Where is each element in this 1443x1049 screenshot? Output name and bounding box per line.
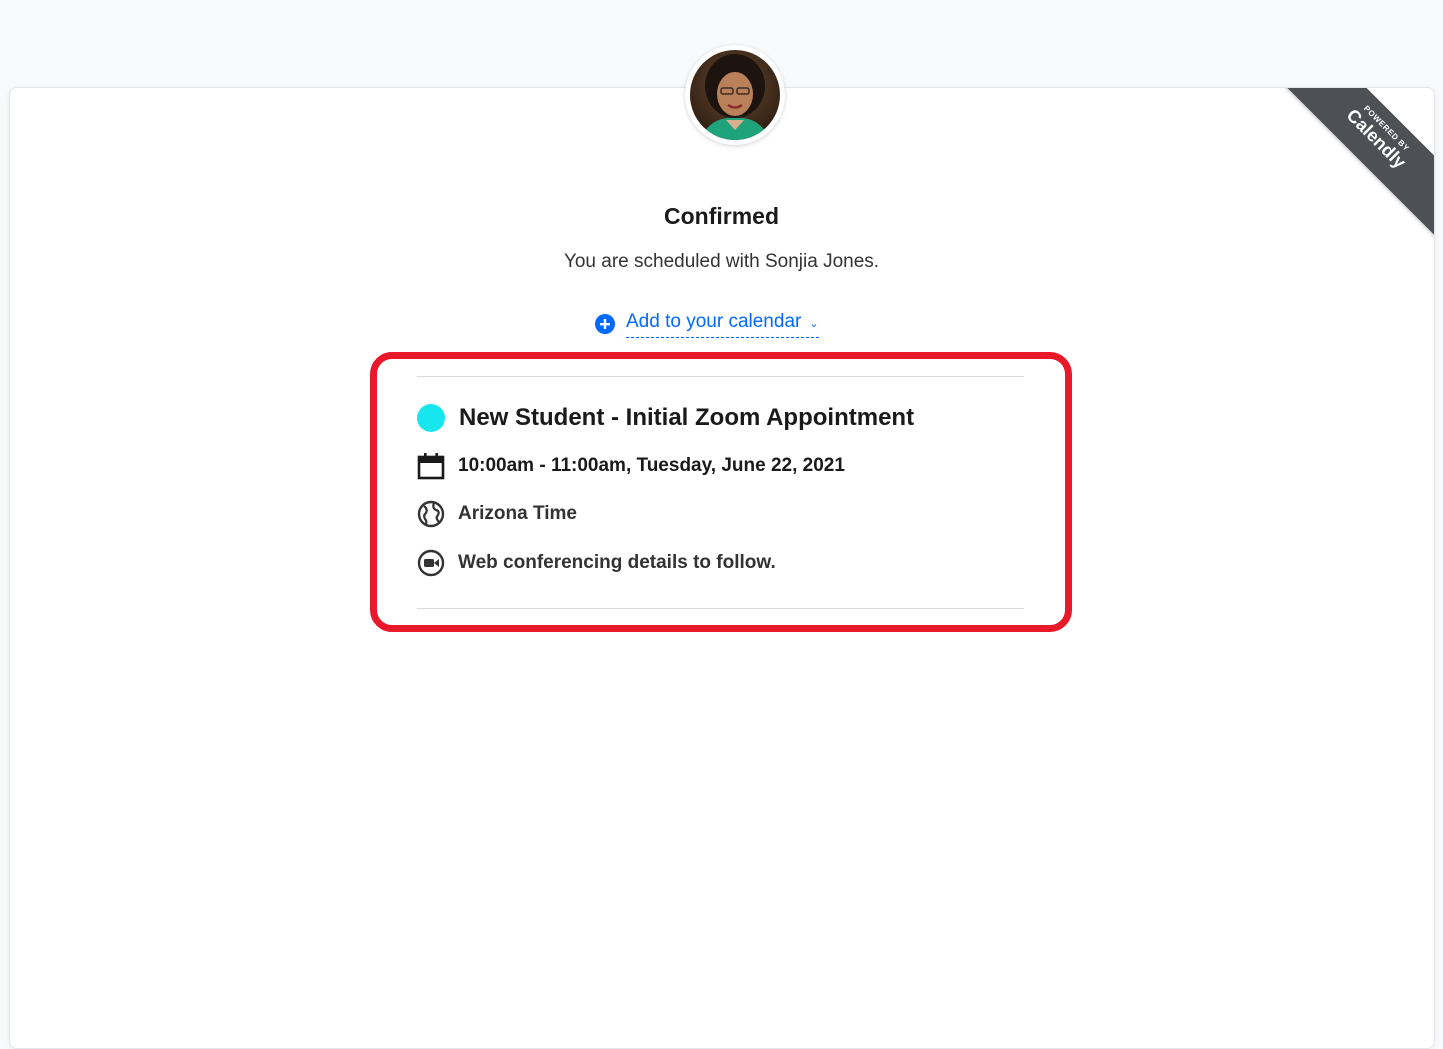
highlight-box <box>370 352 1072 632</box>
event-time: 10:00am - 11:00am, Tuesday, June 22, 202… <box>458 455 845 476</box>
event-color-dot <box>417 404 445 432</box>
event-timezone-row: Arizona Time <box>417 500 577 528</box>
event-name-row: New Student - Initial Zoom Appointment <box>417 404 914 432</box>
divider-top <box>417 376 1024 377</box>
event-conferencing-row: Web conferencing details to follow. <box>417 549 776 577</box>
event-time-row: 10:00am - 11:00am, Tuesday, June 22, 202… <box>417 452 845 480</box>
event-name: New Student - Initial Zoom Appointment <box>459 404 915 431</box>
event-conferencing: Web conferencing details to follow. <box>458 552 776 573</box>
add-to-calendar-label: Add to your calendar <box>626 311 802 332</box>
page-title: Confirmed <box>664 203 779 229</box>
calendar-icon <box>417 453 445 480</box>
add-to-calendar-button[interactable]: Add to your calendar ⌄ <box>595 311 819 341</box>
ribbon-powered-by: POWERED BY <box>1361 103 1412 154</box>
event-timezone: Arizona Time <box>458 503 577 524</box>
globe-icon <box>417 500 445 528</box>
chevron-down-icon: ⌄ <box>809 317 819 330</box>
avatar-photo <box>690 50 780 140</box>
avatar <box>685 45 785 145</box>
divider-bottom <box>417 608 1024 609</box>
plus-circle-icon <box>595 314 615 334</box>
video-camera-icon <box>417 549 445 577</box>
scheduled-with-text: You are scheduled with Sonjia Jones. <box>563 251 880 272</box>
